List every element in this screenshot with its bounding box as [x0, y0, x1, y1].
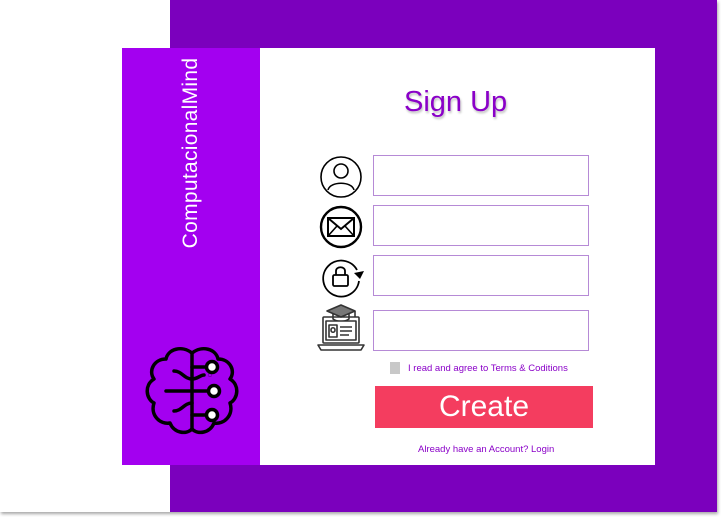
login-link[interactable]: Already have an Account? Login [418, 444, 554, 455]
education-field[interactable] [373, 310, 589, 351]
create-button[interactable]: Create [375, 386, 593, 428]
brain-circuit-icon [145, 347, 239, 435]
mail-icon [319, 205, 363, 249]
brand-name: ComputacionalMind [179, 57, 202, 249]
terms-checkbox[interactable] [390, 362, 400, 374]
terms-row: I read and agree to Terms & Coditions [390, 361, 568, 375]
terms-label[interactable]: I read and agree to Terms & Coditions [408, 363, 568, 374]
lock-refresh-icon [322, 259, 364, 298]
page-title: Sign Up [404, 86, 508, 118]
name-field[interactable] [373, 155, 589, 196]
graduation-laptop-icon [317, 304, 365, 351]
signup-card: ComputacionalMind Sign Up I read and agr… [122, 48, 655, 465]
password-field[interactable] [373, 255, 589, 296]
brand-sidebar: ComputacionalMind [122, 48, 260, 465]
user-icon [320, 156, 362, 198]
email-field[interactable] [373, 205, 589, 246]
